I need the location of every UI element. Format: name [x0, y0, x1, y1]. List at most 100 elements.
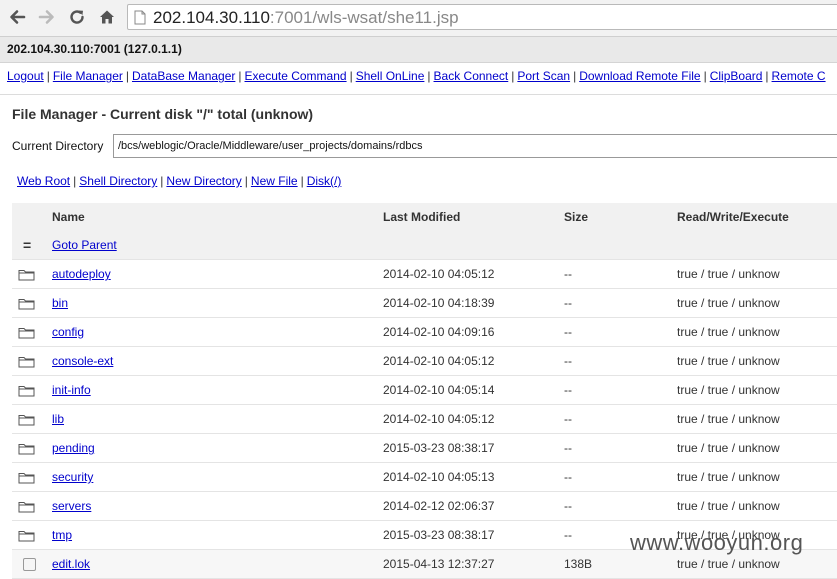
rwx-cell: true / true / unknow: [677, 412, 780, 426]
menu-separator: |: [349, 69, 353, 83]
dir-link-web-root[interactable]: Web Root: [17, 174, 70, 188]
menu-link-execute-command[interactable]: Execute Command: [245, 69, 347, 83]
name-cell: servers: [52, 492, 91, 520]
table-row: console-ext 2014-02-10 04:05:12 -- true / t…: [12, 347, 837, 376]
menu-separator: |: [427, 69, 431, 83]
modified-cell: 2014-02-10 04:05:13: [383, 470, 495, 484]
url-host: 202.104.30.110: [153, 8, 270, 27]
url-path: :7001/wls-wsat/she11.jsp: [269, 8, 459, 27]
menu-link-back-connect[interactable]: Back Connect: [434, 69, 509, 83]
header-name[interactable]: Name: [52, 203, 85, 231]
table-header: Name Last Modified Size Read/Write/Execu…: [12, 203, 837, 231]
rwx-cell: true / true / unknow: [677, 354, 780, 368]
checkbox-icon[interactable]: [23, 557, 36, 571]
rwx-cell: true / true / unknow: [677, 296, 780, 310]
modified-cell: 2015-03-23 08:38:17: [383, 441, 495, 455]
folder-link[interactable]: bin: [52, 296, 68, 310]
link-separator: |: [160, 174, 164, 188]
menu-link-download-remote-file[interactable]: Download Remote File: [579, 69, 700, 83]
host-info: 202.104.30.110:7001 (127.0.1.1): [7, 42, 182, 56]
modified-cell: 2014-02-10 04:18:39: [383, 296, 495, 310]
dir-link-new-file[interactable]: New File: [251, 174, 298, 188]
folder-icon: [18, 434, 38, 462]
modified-cell: 2014-02-10 04:05:12: [383, 354, 495, 368]
file-link[interactable]: edit.lok: [52, 557, 90, 571]
parent-icon: =: [23, 237, 32, 253]
name-cell: pending: [52, 434, 95, 462]
address-url: 202.104.30.110:7001/wls-wsat/she11.jsp: [153, 8, 459, 28]
dir-link-disk[interactable]: Disk(/): [307, 174, 342, 188]
menu-separator: |: [511, 69, 515, 83]
forward-arrow-icon[interactable]: [36, 6, 58, 28]
folder-icon: [18, 318, 38, 346]
header-size[interactable]: Size: [564, 203, 588, 231]
table-row: pending 2015-03-23 08:38:17 -- true / true …: [12, 434, 837, 463]
divider: [0, 94, 837, 95]
address-bar[interactable]: 202.104.30.110:7001/wls-wsat/she11.jsp: [127, 4, 837, 30]
folder-icon: [18, 405, 38, 433]
folder-link[interactable]: servers: [52, 499, 91, 513]
menu-link-file-manager[interactable]: File Manager: [53, 69, 123, 83]
link-separator: |: [244, 174, 248, 188]
link-separator: |: [73, 174, 77, 188]
modified-cell: 2014-02-10 04:09:16: [383, 325, 495, 339]
folder-link[interactable]: autodeploy: [52, 267, 111, 281]
menu-separator: |: [125, 69, 129, 83]
rwx-cell: true / true / unknow: [677, 441, 780, 455]
menu-link-remote-c[interactable]: Remote C: [772, 69, 826, 83]
browser-toolbar: 202.104.30.110:7001/wls-wsat/she11.jsp: [0, 0, 837, 37]
link-separator: |: [300, 174, 304, 188]
menu-link-shell-online[interactable]: Shell OnLine: [356, 69, 425, 83]
modified-cell: 2015-03-23 08:38:17: [383, 528, 495, 542]
name-cell: edit.lok: [52, 550, 90, 578]
menu-link-database-manager[interactable]: DataBase Manager: [132, 69, 235, 83]
home-icon[interactable]: [96, 6, 118, 28]
header-rwx: Read/Write/Execute: [677, 210, 789, 224]
name-cell: security: [52, 463, 93, 491]
rwx-cell: true / true / unknow: [677, 499, 780, 513]
dir-link-shell-directory[interactable]: Shell Directory: [79, 174, 157, 188]
back-arrow-icon[interactable]: [6, 6, 28, 28]
modified-cell: 2014-02-12 02:06:37: [383, 499, 495, 513]
name-cell: bin: [52, 289, 68, 317]
folder-link[interactable]: lib: [52, 412, 64, 426]
size-cell: --: [564, 325, 572, 339]
table-row: bin 2014-02-10 04:18:39 -- true / true / un…: [12, 289, 837, 318]
name-cell: config: [52, 318, 84, 346]
menu-link-logout[interactable]: Logout: [7, 69, 44, 83]
file-checkbox[interactable]: [18, 550, 38, 578]
folder-link[interactable]: tmp: [52, 528, 72, 542]
header-last-modified[interactable]: Last Modified: [383, 203, 460, 231]
size-cell: --: [564, 470, 572, 484]
modified-cell: 2015-04-13 12:37:27: [383, 557, 495, 571]
name-cell: lib: [52, 405, 64, 433]
name-cell: tmp: [52, 521, 72, 549]
folder-icon: [18, 492, 38, 520]
file-table: Name Last Modified Size Read/Write/Execu…: [12, 203, 837, 579]
current-directory-input[interactable]: [113, 134, 837, 158]
size-cell: --: [564, 499, 572, 513]
reload-icon[interactable]: [66, 6, 88, 28]
name-cell: init-info: [52, 376, 91, 404]
folder-link[interactable]: console-ext: [52, 354, 113, 368]
menu-link-clipboard[interactable]: ClipBoard: [710, 69, 763, 83]
size-cell: --: [564, 383, 572, 397]
menu-link-port-scan[interactable]: Port Scan: [517, 69, 570, 83]
size-cell: --: [564, 528, 572, 542]
table-row: autodeploy 2014-02-10 04:05:12 -- true / tr…: [12, 260, 837, 289]
size-cell: --: [564, 267, 572, 281]
folder-link[interactable]: init-info: [52, 383, 91, 397]
dir-link-new-directory[interactable]: New Directory: [166, 174, 241, 188]
size-cell: 138B: [564, 557, 593, 571]
folder-link[interactable]: config: [52, 325, 84, 339]
folder-link[interactable]: pending: [52, 441, 95, 455]
modified-cell: 2014-02-10 04:05:14: [383, 383, 495, 397]
modified-cell: 2014-02-10 04:05:12: [383, 412, 495, 426]
menu-separator: |: [573, 69, 577, 83]
folder-icon: [18, 376, 38, 404]
menu-separator: |: [238, 69, 242, 83]
folder-icon: [18, 347, 38, 375]
directory-links: Web Root | Shell Directory | New Directory | N…: [17, 174, 341, 188]
goto-parent-link[interactable]: Goto Parent: [52, 238, 117, 252]
folder-link[interactable]: security: [52, 470, 93, 484]
